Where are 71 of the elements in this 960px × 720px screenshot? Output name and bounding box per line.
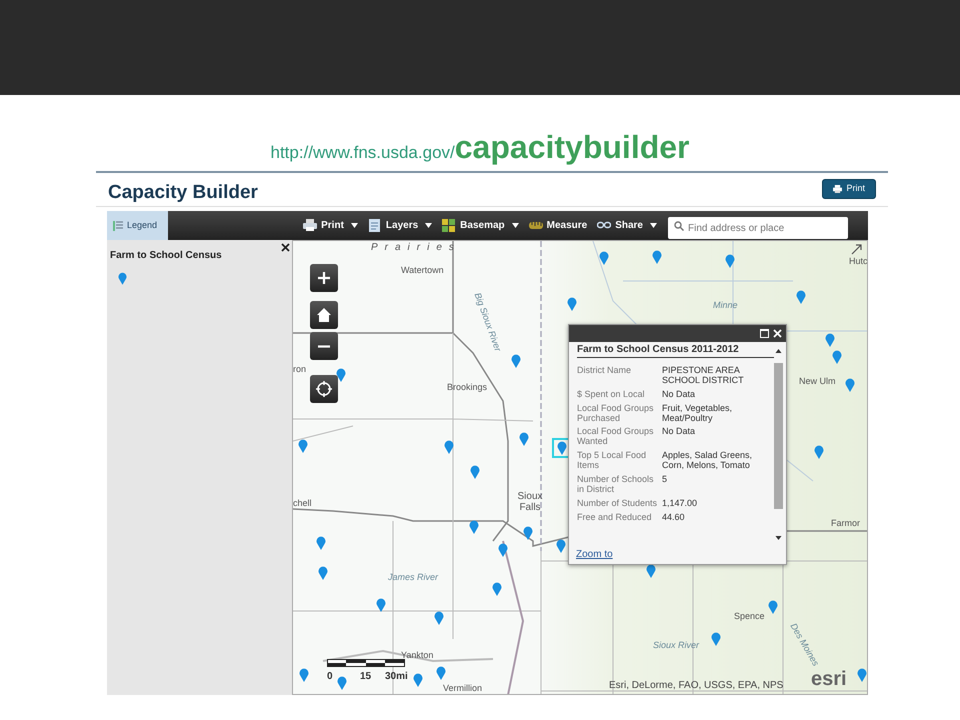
map-attribution: Esri, DeLorme, FAO, USGS, EPA, NPS: [609, 679, 784, 693]
search-icon: [674, 220, 684, 230]
esri-logo: esri: [811, 667, 847, 692]
zoom-out-button[interactable]: [310, 332, 338, 360]
map-place-label: Sioux Falls: [516, 491, 544, 513]
url-prefix: http://www.fns.usda.gov/: [270, 143, 455, 162]
toolbar-print-button[interactable]: Print: [298, 218, 363, 233]
toolbar-layers-button[interactable]: Layers: [362, 218, 438, 233]
field-label: Number of Students: [577, 498, 658, 509]
map-place-label: Spence: [734, 610, 765, 623]
document-icon: [368, 219, 382, 232]
map-place-label: Minne: [713, 299, 738, 312]
print-button[interactable]: Print: [822, 179, 876, 198]
map-place-label: ron: [293, 363, 306, 376]
expand-icon[interactable]: [851, 243, 863, 255]
field-value: 1,147.00: [662, 498, 698, 509]
map-place-label: Brookings: [447, 381, 488, 394]
map-place-label: Sioux River: [653, 639, 700, 652]
zoom-to-link[interactable]: Zoom to: [576, 547, 613, 562]
grid-icon: [442, 219, 456, 232]
toolbar-basemap-button[interactable]: Basemap: [437, 218, 524, 233]
pin-icon: [118, 272, 127, 286]
map-place-label: Farmor: [831, 517, 860, 530]
map-pin-icon[interactable]: [646, 564, 656, 578]
close-icon[interactable]: [773, 329, 782, 338]
zoom-in-icon: [316, 270, 332, 286]
field-label: $ Spent on Local: [577, 390, 646, 400]
field-label: Local Food Groups Purchased: [577, 404, 655, 424]
map-place-label: Watertown: [401, 264, 444, 277]
printer-icon: [303, 219, 318, 232]
toolbar-share-button[interactable]: Share: [592, 218, 662, 233]
field-label: Free and Reduced: [577, 512, 653, 523]
map-place-label: Big Sioux River: [472, 291, 504, 354]
home-icon: [316, 307, 332, 323]
search-field[interactable]: Find address or place: [668, 217, 848, 239]
locate-icon: [316, 381, 332, 397]
zoom-in-button[interactable]: [310, 264, 338, 292]
field-value: PIPESTONE AREA SCHOOL DISTRICT: [662, 366, 745, 386]
field-value: 5: [662, 475, 668, 486]
map-pin-icon[interactable]: [336, 368, 346, 382]
legend-tab[interactable]: Legend: [107, 211, 168, 240]
legend-icon: [113, 220, 123, 230]
app-title: Capacity Builder: [108, 181, 258, 205]
field-label: Local Food Groups Wanted: [577, 427, 655, 448]
scale-label: 15: [360, 670, 372, 684]
url-path: capacitybuilder: [454, 129, 690, 165]
field-value: No Data: [662, 427, 696, 438]
field-value: Fruit, Vegetables, Meat/Poultry: [662, 404, 734, 424]
field-label: Top 5 Local Food Items: [577, 451, 648, 472]
popup-title: Farm to School Census 2011-2012: [577, 342, 774, 358]
map-place-label: Hutc: [849, 255, 867, 268]
ruler-icon: [528, 219, 543, 232]
map-place-label: Yankton: [401, 649, 434, 662]
map-place-label: James River: [388, 571, 438, 584]
field-value: 44.60: [662, 512, 686, 523]
map-place-label: New Ulm: [799, 375, 836, 388]
scale-label: 0: [327, 670, 333, 684]
field-label: Number of Schools in District: [577, 475, 655, 495]
zoom-out-icon: [318, 344, 330, 348]
map-place-label: Vermillion: [443, 682, 482, 694]
toolbar-measure-button[interactable]: Measure: [524, 218, 592, 233]
map-place-label: chell: [293, 497, 312, 510]
scale-label: 30mi: [385, 670, 408, 684]
field-value: Apples, Salad Greens, Corn, Melons, Tomato: [662, 451, 754, 472]
locate-button[interactable]: [310, 375, 338, 403]
home-button[interactable]: [310, 301, 338, 329]
legend-layer-title: Farm to School Census: [110, 249, 223, 263]
printer-icon: [833, 184, 842, 193]
maximize-icon[interactable]: [760, 329, 769, 338]
field-label: District Name: [577, 366, 632, 377]
field-value: No Data: [662, 390, 696, 400]
